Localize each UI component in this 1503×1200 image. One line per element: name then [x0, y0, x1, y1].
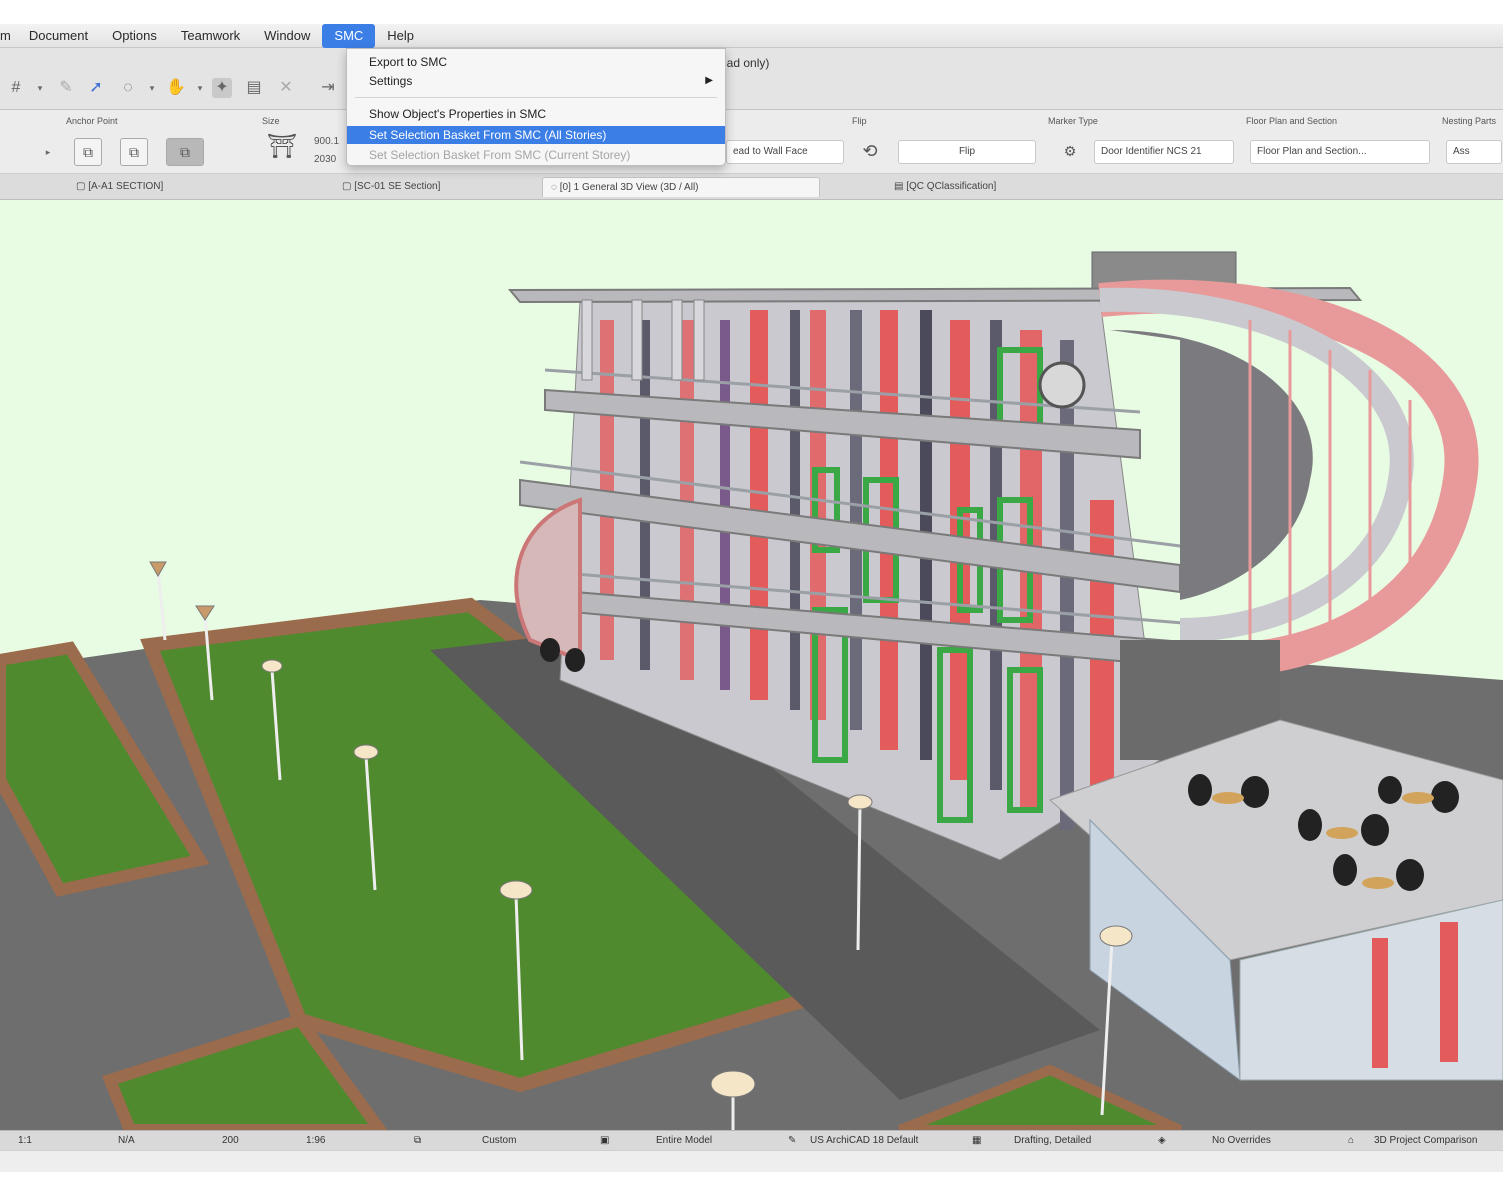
menu-item-basket-current-storey: Set Selection Basket From SMC (Current S…	[369, 148, 631, 162]
chevron-right-icon[interactable]: ▸	[38, 142, 58, 162]
view-tabs: ▢ [A-A1 SECTION] ▢ [SC-01 SE Section] ◌ …	[0, 174, 1503, 200]
marquee-icon[interactable]: ◌	[118, 78, 138, 98]
tab-label: [QC QClassification]	[906, 181, 997, 192]
grid-snap-icon[interactable]: #	[6, 78, 26, 98]
menu-help[interactable]: Help	[375, 24, 426, 48]
pen-set-icon: ✎	[788, 1135, 797, 1146]
door-size-icon: ⛩	[266, 133, 298, 160]
mvo-icon: ▦	[972, 1135, 982, 1146]
curved-end-shell	[1098, 279, 1479, 679]
floor-plan-label: Floor Plan and Section	[1246, 116, 1338, 126]
status-graphic-overrides[interactable]: No Overrides	[1212, 1131, 1271, 1151]
nesting-field[interactable]: Ass	[1446, 140, 1502, 164]
3d-building-render	[0, 251, 1503, 1130]
flip-label: Flip	[852, 116, 867, 126]
menu-options[interactable]: Options	[100, 24, 169, 48]
floor-plan-field[interactable]: Floor Plan and Section...	[1250, 140, 1430, 164]
split-icon[interactable]: ⇥	[318, 78, 338, 98]
model-view-icon: ▣	[600, 1135, 610, 1146]
status-renovation-filter[interactable]: 3D Project Comparison	[1374, 1131, 1477, 1151]
tab-label: [A-A1 SECTION]	[88, 181, 164, 192]
toolbar: # ▾ ✎ ➚ ◌ ▾ ✋ ▾ ✦ ▤ ✕ ⇥ ead only)	[0, 48, 1503, 110]
3d-viewport[interactable]	[0, 200, 1503, 1130]
menu-smc[interactable]: SMC	[322, 23, 376, 48]
status-pen-set[interactable]: US ArchiCAD 18 Default	[810, 1131, 918, 1151]
menubar: m Document Options Teamwork Window SMC H…	[0, 23, 1503, 48]
3d-view-icon: ◌	[551, 182, 560, 193]
menu-item-settings[interactable]: Settings ▶	[347, 72, 725, 90]
menu-item-label: Settings	[369, 74, 413, 88]
menu-separator	[355, 97, 717, 98]
menu-teamwork[interactable]: Teamwork	[169, 24, 252, 48]
info-box: Anchor Point ▸ ⧉ ⧉ ⧉ Size ⛩ 900.1 2030 e…	[0, 110, 1503, 174]
nesting-label: Nesting Parts	[1442, 116, 1497, 126]
tab-section-a[interactable]: ▢ [A-A1 SECTION]	[68, 177, 171, 197]
status-model-view[interactable]: Entire Model	[656, 1131, 712, 1151]
status-model-view-options[interactable]: Drafting, Detailed	[1014, 1131, 1091, 1151]
hand-icon[interactable]: ✋	[166, 78, 186, 98]
dropdown-arrow-icon[interactable]: ▾	[142, 78, 162, 98]
anchor-point-label: Anchor Point	[66, 116, 118, 126]
tab-3d-view[interactable]: ◌ [0] 1 General 3D View (3D / All)	[542, 177, 820, 197]
status-scale[interactable]: 1:96	[306, 1131, 325, 1151]
layout-icon[interactable]: ▤	[244, 78, 264, 98]
dropdown-arrow-icon[interactable]: ▾	[190, 78, 210, 98]
status-na[interactable]: N/A	[118, 1131, 135, 1151]
smc-dropdown-menu: Export to SMC Settings ▶ Show Object's P…	[346, 48, 726, 166]
status-layer-combination[interactable]: Custom	[482, 1131, 516, 1151]
anchor-option-2-icon[interactable]: ⧉	[120, 138, 148, 166]
section-icon: ▢	[76, 181, 89, 192]
override-icon: ◈	[1158, 1135, 1166, 1146]
anchor-option-3-icon[interactable]: ⧉	[166, 138, 204, 166]
tab-label: [0] 1 General 3D View (3D / All)	[559, 182, 699, 193]
status-bar: 1:1 N/A 200 1:96 ⧉ Custom ▣ Entire Model…	[0, 1130, 1503, 1150]
flip-door-icon[interactable]: ⟲	[856, 138, 884, 166]
menu-item-basket-all-stories[interactable]: Set Selection Basket From SMC (All Stori…	[347, 126, 725, 144]
flip-field[interactable]: Flip	[898, 140, 1036, 164]
pencil-icon[interactable]: ✎	[56, 78, 76, 98]
renovation-icon: ⌂	[1348, 1135, 1355, 1146]
tab-section-se[interactable]: ▢ [SC-01 SE Section]	[334, 177, 448, 197]
layer-icon: ⧉	[414, 1135, 422, 1146]
anchor-option-1-icon[interactable]: ⧉	[74, 138, 102, 166]
window-title: ead only)	[720, 56, 770, 70]
dropdown-arrow-icon[interactable]: ▾	[30, 78, 50, 98]
size-label: Size	[262, 116, 280, 126]
reveal-field[interactable]: ead to Wall Face	[726, 140, 844, 164]
tab-classification[interactable]: ▤ [QC QClassification]	[886, 177, 1004, 197]
marker-type-label: Marker Type	[1048, 116, 1098, 126]
submenu-arrow-icon: ▶	[705, 75, 713, 86]
round-window	[1038, 361, 1086, 409]
size-width-value[interactable]: 900.1	[314, 136, 339, 147]
size-height-value[interactable]: 2030	[314, 154, 336, 165]
section-icon: ▢	[342, 181, 355, 192]
marker-type-icon: ⚙	[1063, 143, 1077, 159]
status-zoom[interactable]: 200	[222, 1131, 239, 1151]
marker-type-field[interactable]: Door Identifier NCS 21	[1094, 140, 1234, 164]
magic-wand-icon[interactable]: ✦	[212, 78, 232, 98]
menu-document[interactable]: Document	[17, 24, 100, 48]
status-scale-undo[interactable]: 1:1	[18, 1131, 32, 1151]
list-icon: ▤	[894, 181, 907, 192]
menu-item-show-properties[interactable]: Show Object's Properties in SMC	[347, 105, 725, 123]
bottom-strip	[0, 1150, 1503, 1172]
tab-label: [SC-01 SE Section]	[354, 181, 441, 192]
close-x-icon[interactable]: ✕	[276, 78, 296, 98]
menu-item-export-to-smc[interactable]: Export to SMC	[347, 53, 725, 71]
menu-window[interactable]: Window	[252, 24, 322, 48]
arrow-pointer-icon[interactable]: ➚	[86, 78, 106, 98]
menu-file-partial[interactable]: m	[0, 24, 17, 48]
